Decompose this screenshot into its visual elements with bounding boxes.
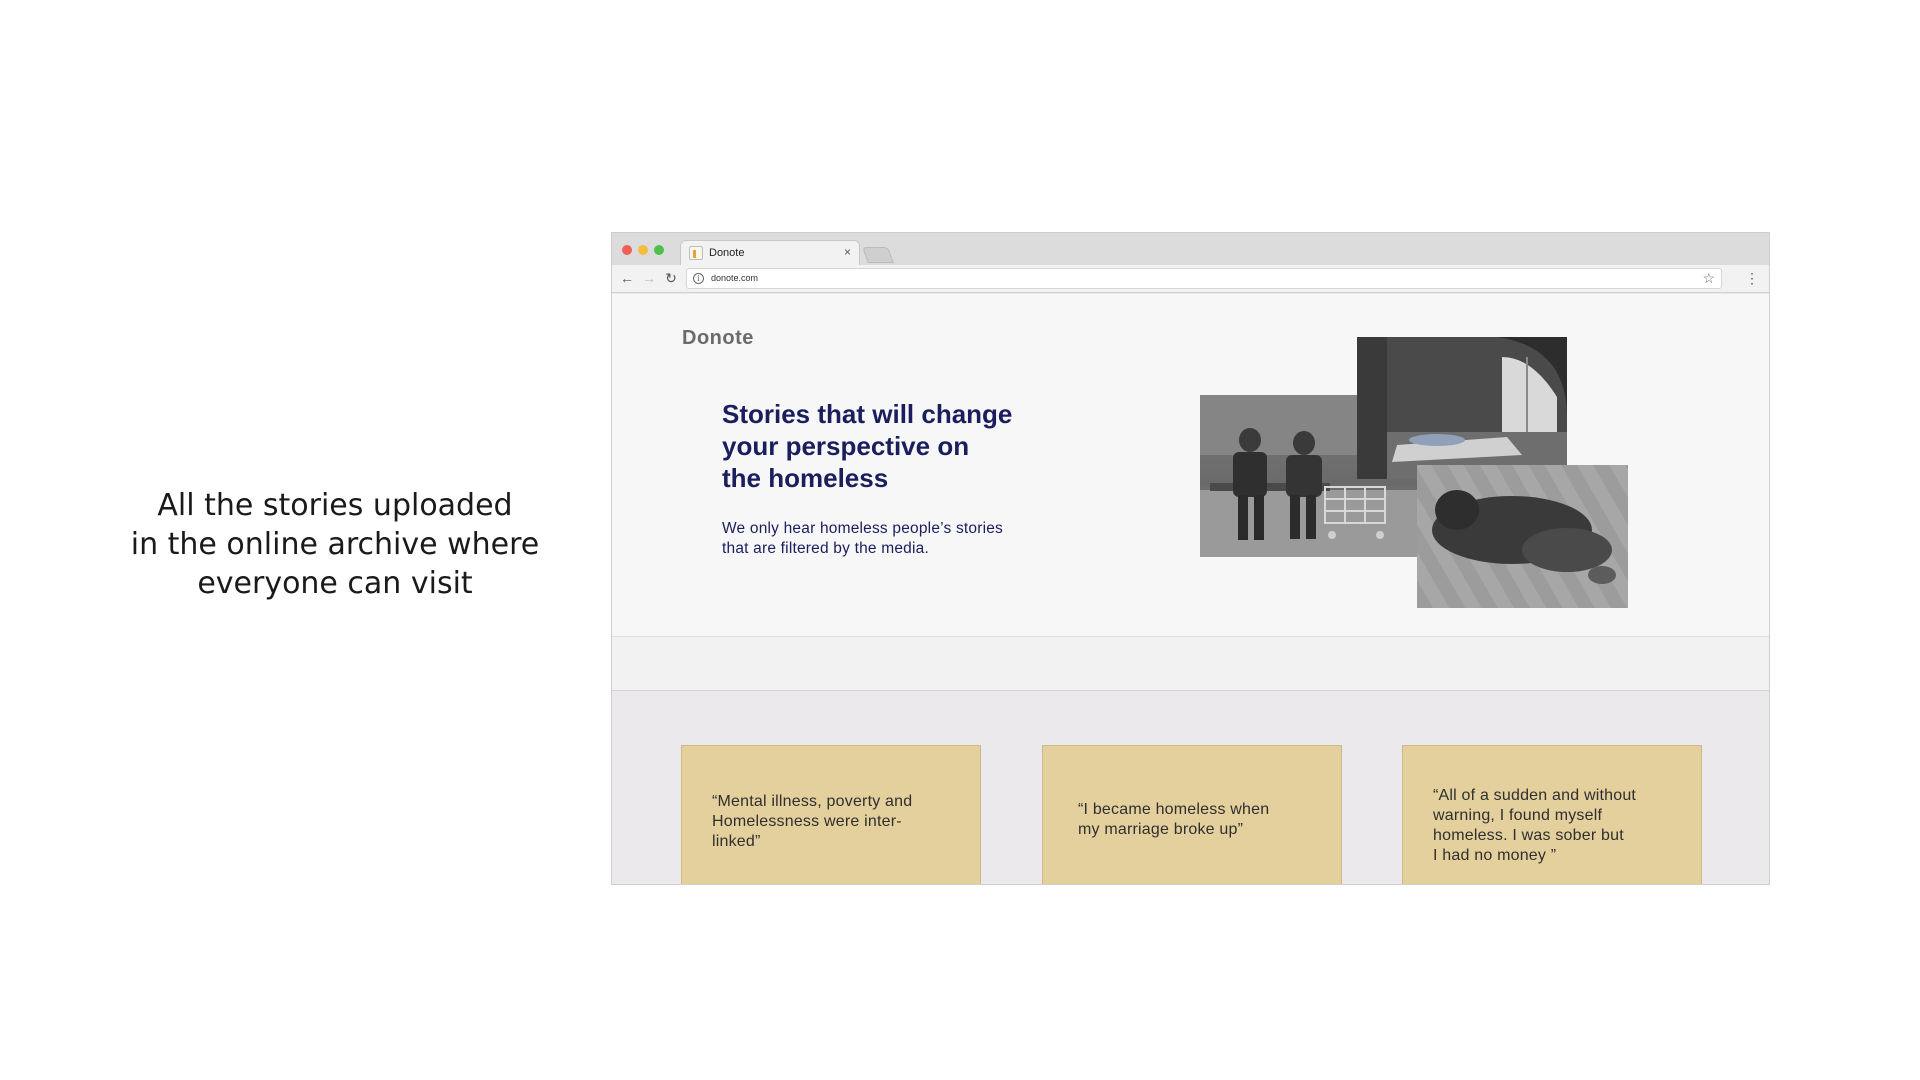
quote-line: Homelessness were inter- (712, 813, 902, 830)
close-icon[interactable]: × (844, 245, 851, 259)
quote-line: I had no money ” (1433, 847, 1557, 864)
caption-line-3: everyone can visit (197, 566, 473, 601)
caption-line-1: All the stories uploaded (157, 488, 513, 523)
subtext-line-2: that are filtered by the media. (722, 540, 929, 557)
back-arrow-icon[interactable]: ← (618, 269, 636, 287)
story-card[interactable]: “Mental illness, poverty and Homelessnes… (681, 745, 981, 884)
new-tab-button[interactable] (862, 247, 894, 263)
minimize-window-button[interactable] (638, 245, 648, 255)
story-quote: “I became homeless when my marriage brok… (1078, 800, 1321, 840)
hero-subtext: We only hear homeless people’s stories t… (722, 519, 1062, 559)
browser-window: Donote × ← → ↻ i donote.com ☆ ⋮ Donote S… (611, 232, 1770, 885)
quote-line: “All of a sudden and without (1433, 787, 1637, 804)
quote-line: linked” (712, 833, 761, 850)
section-divider-strip (612, 637, 1769, 691)
story-quote: “Mental illness, poverty and Homelessnes… (712, 792, 960, 852)
quote-line: warning, I found myself (1433, 807, 1603, 824)
info-icon[interactable]: i (693, 273, 704, 284)
page-viewport: Donote Stories that will change your per… (612, 294, 1769, 884)
address-bar[interactable]: i donote.com ☆ (686, 268, 1722, 289)
photo-sleeping-person (1417, 465, 1628, 608)
close-window-button[interactable] (622, 245, 632, 255)
quote-line: “Mental illness, poverty and (712, 793, 913, 810)
photo-arch-underpass (1357, 337, 1567, 479)
favicon-icon (689, 246, 703, 260)
story-card[interactable]: “All of a sudden and without warning, I … (1402, 745, 1702, 884)
hero-section: Donote Stories that will change your per… (612, 294, 1769, 637)
headline-line-1: Stories that will change (722, 399, 1013, 429)
url-text[interactable]: donote.com (711, 273, 758, 283)
slide-caption: All the stories uploaded in the online a… (100, 486, 570, 603)
star-icon[interactable]: ☆ (1702, 270, 1715, 287)
quote-line: homeless. I was sober but (1433, 827, 1624, 844)
browser-toolbar: ← → ↻ i donote.com ☆ ⋮ (612, 265, 1769, 293)
quote-line: “I became homeless when (1078, 801, 1270, 818)
story-card[interactable]: “I became homeless when my marriage brok… (1042, 745, 1342, 884)
hero-headline: Stories that will change your perspectiv… (722, 398, 1082, 494)
kebab-menu-icon[interactable]: ⋮ (1745, 269, 1759, 287)
caption-line-2: in the online archive where (130, 527, 540, 562)
site-logo[interactable]: Donote (682, 327, 754, 350)
headline-line-2: your perspective on (722, 431, 970, 461)
quote-line: my marriage broke up” (1078, 821, 1244, 838)
tab-title: Donote (709, 247, 745, 259)
forward-arrow-icon[interactable]: → (640, 269, 658, 287)
subtext-line-1: We only hear homeless people’s stories (722, 520, 1004, 537)
reload-icon[interactable]: ↻ (662, 269, 680, 287)
story-quote: “All of a sudden and without warning, I … (1433, 786, 1681, 866)
tab-donote[interactable]: Donote × (680, 240, 860, 265)
maximize-window-button[interactable] (654, 245, 664, 255)
tab-strip: Donote × (612, 233, 1769, 265)
headline-line-3: the homeless (722, 463, 889, 493)
